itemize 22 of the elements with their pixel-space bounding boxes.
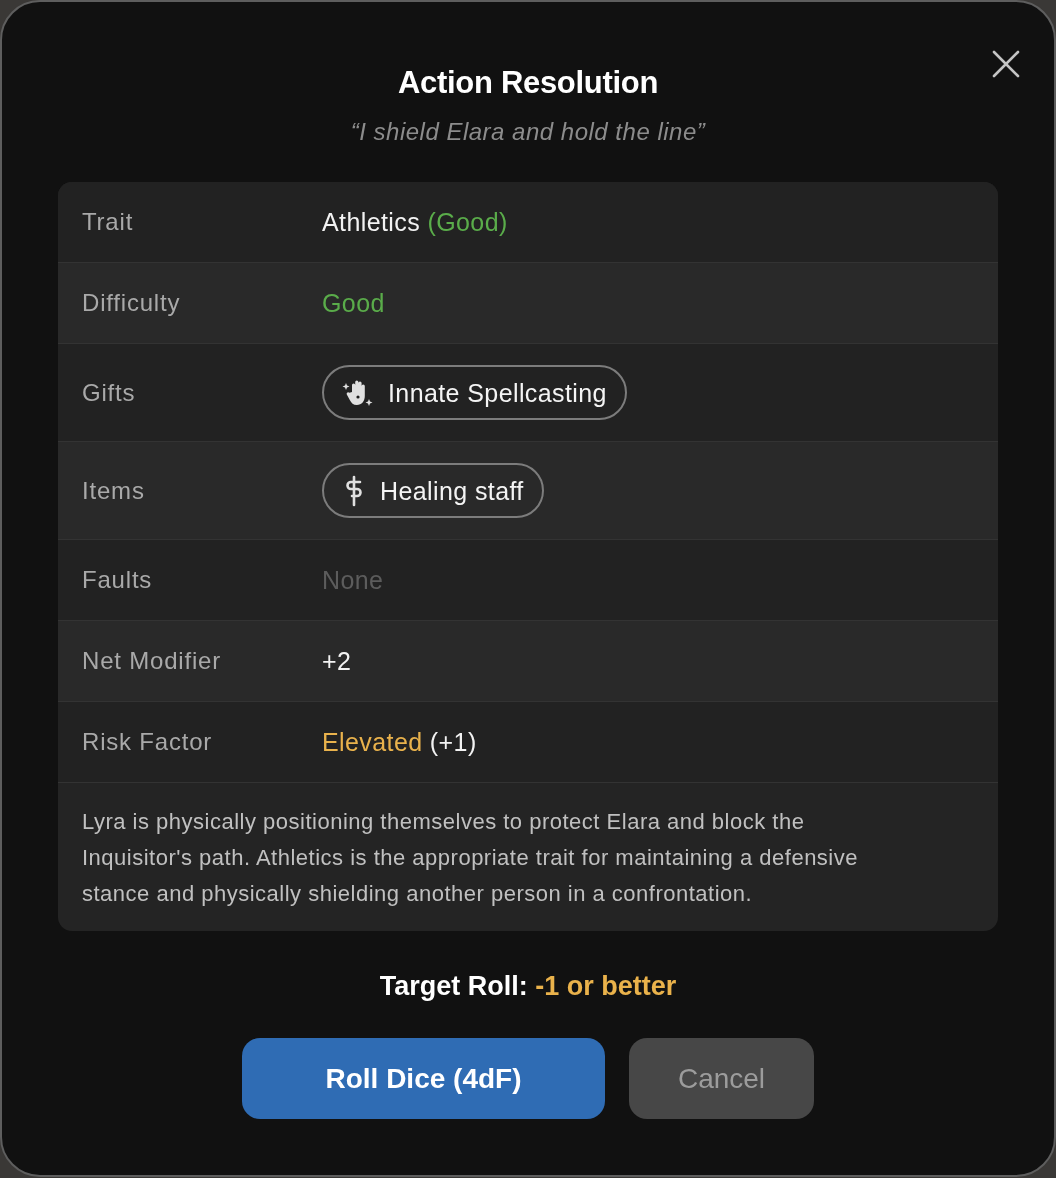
tag-label: Healing staff	[380, 475, 524, 506]
dialog-subtitle: “I shield Elara and hold the line”	[350, 117, 706, 147]
row-label: Faults	[81, 565, 154, 595]
row-value: +2	[322, 646, 352, 676]
roll-dice-button[interactable]: Roll Dice (4dF)	[242, 1038, 605, 1119]
row-value: None	[322, 565, 384, 595]
row-value: Athletics (Good)	[322, 207, 508, 237]
row-label: Difficulty	[81, 288, 182, 318]
tag-label: Innate Spellcasting	[388, 377, 607, 408]
close-icon	[992, 50, 1020, 78]
close-button[interactable]	[990, 48, 1022, 80]
row-value: Elevated (+1)	[322, 727, 477, 757]
target-roll-text: Target Roll: -1 or better	[379, 970, 677, 1003]
row-label: Risk Factor	[81, 727, 214, 757]
dialog-title: Action Resolution	[397, 64, 659, 102]
row-label: Gifts	[81, 377, 137, 408]
row-value: Good	[322, 288, 385, 318]
row-label: Trait	[81, 207, 135, 237]
cancel-button[interactable]: Cancel	[629, 1038, 814, 1119]
row-label: Net Modifier	[81, 646, 222, 676]
description-text: Lyra is physically positioning themselves to protect Elara and block the Inquisitor's path. Athletics is the appropriate trait for maintaining a defensive stance and physically shielding another person in a confrontation.	[81, 808, 859, 908]
row-label: Items	[81, 475, 146, 506]
